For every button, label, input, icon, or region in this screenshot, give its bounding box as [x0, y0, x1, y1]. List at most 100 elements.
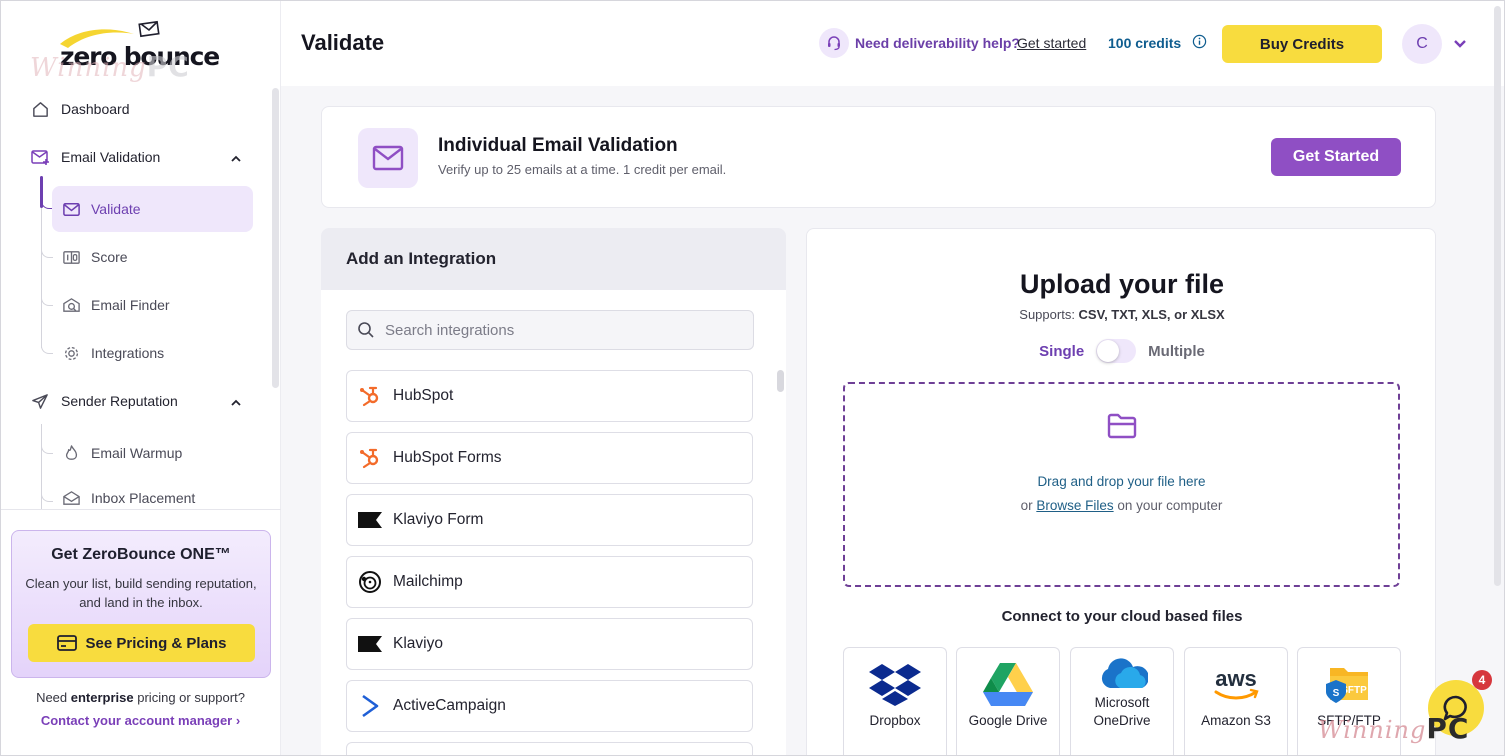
contact-account-manager-link[interactable]: Contact your account manager ›: [0, 713, 281, 728]
sidebar-item-email-warmup-label: Email Warmup: [91, 445, 183, 461]
sidebar-item-email-finder[interactable]: Email Finder: [52, 282, 253, 328]
integration-activecampaign[interactable]: ActiveCampaign: [346, 680, 753, 732]
single-multiple-switch[interactable]: [1096, 339, 1137, 363]
see-pricing-button[interactable]: See Pricing & Plans: [28, 624, 255, 662]
integration-hubspot[interactable]: HubSpot: [346, 370, 753, 422]
google-drive-icon: [978, 660, 1038, 708]
get-started-link[interactable]: Get started: [1017, 35, 1086, 51]
file-drop-zone[interactable]: Drag and drop your file here or Browse F…: [843, 382, 1400, 587]
get-started-button[interactable]: Get Started: [1271, 138, 1401, 176]
svg-text:S: S: [1333, 688, 1340, 699]
toggle-multiple-label[interactable]: Multiple: [1148, 343, 1205, 360]
search-input[interactable]: [385, 321, 725, 339]
integrations-title: Add an Integration: [321, 228, 786, 290]
sidebar-item-integrations[interactable]: Integrations: [52, 330, 253, 376]
sidebar-item-inbox-placement-label: Inbox Placement: [91, 490, 196, 506]
integrations-scrollbar[interactable]: [777, 370, 784, 392]
sftp-folder-icon: SFTP S: [1319, 660, 1379, 708]
aws-icon: aws: [1206, 660, 1266, 708]
sidebar-scrollbar[interactable]: [272, 88, 279, 388]
nav-dashboard-label: Dashboard: [61, 101, 130, 117]
send-icon: [30, 391, 50, 411]
chevron-up-icon[interactable]: [229, 396, 243, 410]
nav-dashboard[interactable]: Dashboard: [30, 97, 130, 121]
mode-toggle-row: Single Multiple: [807, 339, 1437, 363]
mailchimp-icon: [357, 569, 383, 595]
gear-icon: [62, 344, 81, 363]
sidebar: zero bounce WinningPC Dashboard Email Va…: [0, 0, 281, 756]
promo-title: Get ZeroBounce ONE™: [51, 546, 231, 563]
window-scrollbar[interactable]: [1494, 6, 1501, 586]
hubspot-icon: [357, 445, 383, 471]
hero-title: Individual Email Validation: [438, 135, 678, 156]
enterprise-text: Need enterprise pricing or support?: [36, 690, 245, 705]
credits-balance: 100 credits: [1108, 35, 1182, 51]
sidebar-item-inbox-placement[interactable]: Inbox Placement: [52, 478, 253, 518]
cloud-google-drive[interactable]: Google Drive: [956, 647, 1060, 756]
integration-klaviyo-form[interactable]: Klaviyo Form: [346, 494, 753, 546]
chevron-down-icon[interactable]: [1452, 37, 1468, 51]
browse-files-link[interactable]: Browse Files: [1036, 498, 1113, 513]
onedrive-icon: [1092, 656, 1152, 692]
svg-text:aws: aws: [1215, 666, 1257, 691]
integration-label: ActiveCampaign: [393, 697, 506, 714]
chevron-up-icon[interactable]: [229, 152, 243, 166]
integrations-panel: Add an Integration HubSpot HubSpot Forms…: [321, 228, 786, 756]
individual-validation-card: Individual Email Validation Verify up to…: [321, 106, 1436, 208]
nav-email-validation[interactable]: Email Validation: [30, 145, 160, 169]
integration-klaviyo[interactable]: Klaviyo: [346, 618, 753, 670]
integration-label: HubSpot Forms: [393, 449, 502, 466]
nav-email-validation-label: Email Validation: [61, 149, 161, 165]
mail-check-icon: [30, 147, 50, 167]
integration-next[interactable]: [346, 742, 753, 756]
folder-icon: [1107, 413, 1137, 439]
sidebar-item-integrations-label: Integrations: [91, 345, 165, 361]
drop-browse-line: or Browse Files on your computer: [1020, 498, 1223, 513]
watermark-top: WinningPC: [30, 50, 190, 83]
klaviyo-icon: [357, 631, 383, 657]
cloud-label: Amazon S3: [1201, 713, 1271, 728]
see-pricing-label: See Pricing & Plans: [85, 634, 227, 652]
integration-search-box[interactable]: [346, 310, 754, 350]
chat-unread-badge: 4: [1472, 670, 1492, 690]
cloud-onedrive[interactable]: Microsoft OneDrive: [1070, 647, 1174, 756]
integration-mailchimp[interactable]: Mailchimp: [346, 556, 753, 608]
home-icon: [30, 99, 50, 119]
sidebar-item-validate-label: Validate: [91, 201, 141, 217]
cloud-amazon-s3[interactable]: aws Amazon S3: [1184, 647, 1288, 756]
nav-sender-reputation-label: Sender Reputation: [61, 393, 178, 409]
sidebar-item-score[interactable]: Score: [52, 234, 253, 280]
dropbox-icon: [865, 660, 925, 708]
sidebar-item-email-finder-label: Email Finder: [91, 297, 170, 313]
integration-hubspot-forms[interactable]: HubSpot Forms: [346, 432, 753, 484]
avatar[interactable]: C: [1402, 24, 1442, 64]
cloud-label: Google Drive: [968, 713, 1048, 728]
integration-label: Mailchimp: [393, 573, 463, 590]
sidebar-item-validate[interactable]: Validate: [52, 186, 253, 232]
inbox-icon: [62, 489, 81, 508]
promo-card: Get ZeroBounce ONE™ Clean your list, bui…: [11, 530, 271, 678]
info-icon[interactable]: [1192, 34, 1207, 49]
integration-label: HubSpot: [393, 387, 454, 404]
headset-icon[interactable]: [819, 28, 849, 58]
flame-icon: [62, 444, 81, 463]
upload-panel: Upload your file Supports: CSV, TXT, XLS…: [806, 228, 1436, 756]
mail-icon: [62, 200, 81, 219]
supported-formats: Supports: CSV, TXT, XLS, or XLSX: [1019, 307, 1225, 322]
activecampaign-icon: [357, 693, 383, 719]
toggle-single-label[interactable]: Single: [1039, 343, 1084, 360]
sidebar-item-score-label: Score: [91, 249, 128, 265]
nav-sender-reputation[interactable]: Sender Reputation: [30, 389, 178, 413]
cloud-dropbox[interactable]: Dropbox: [843, 647, 947, 756]
credit-card-icon: [56, 635, 77, 651]
cloud-section-title: Connect to your cloud based files: [1001, 608, 1243, 625]
mail-icon: [358, 128, 418, 188]
deliverability-help-text: Need deliverability help?: [855, 35, 1020, 51]
score-icon: [62, 248, 81, 267]
sidebar-item-email-warmup[interactable]: Email Warmup: [52, 430, 253, 476]
hero-subtitle: Verify up to 25 emails at a time. 1 cred…: [438, 162, 727, 177]
watermark-bottom: WinningPC: [1318, 712, 1470, 745]
buy-credits-button[interactable]: Buy Credits: [1222, 25, 1382, 63]
logo-envelope-icon: [138, 20, 160, 38]
switch-knob: [1097, 340, 1120, 362]
